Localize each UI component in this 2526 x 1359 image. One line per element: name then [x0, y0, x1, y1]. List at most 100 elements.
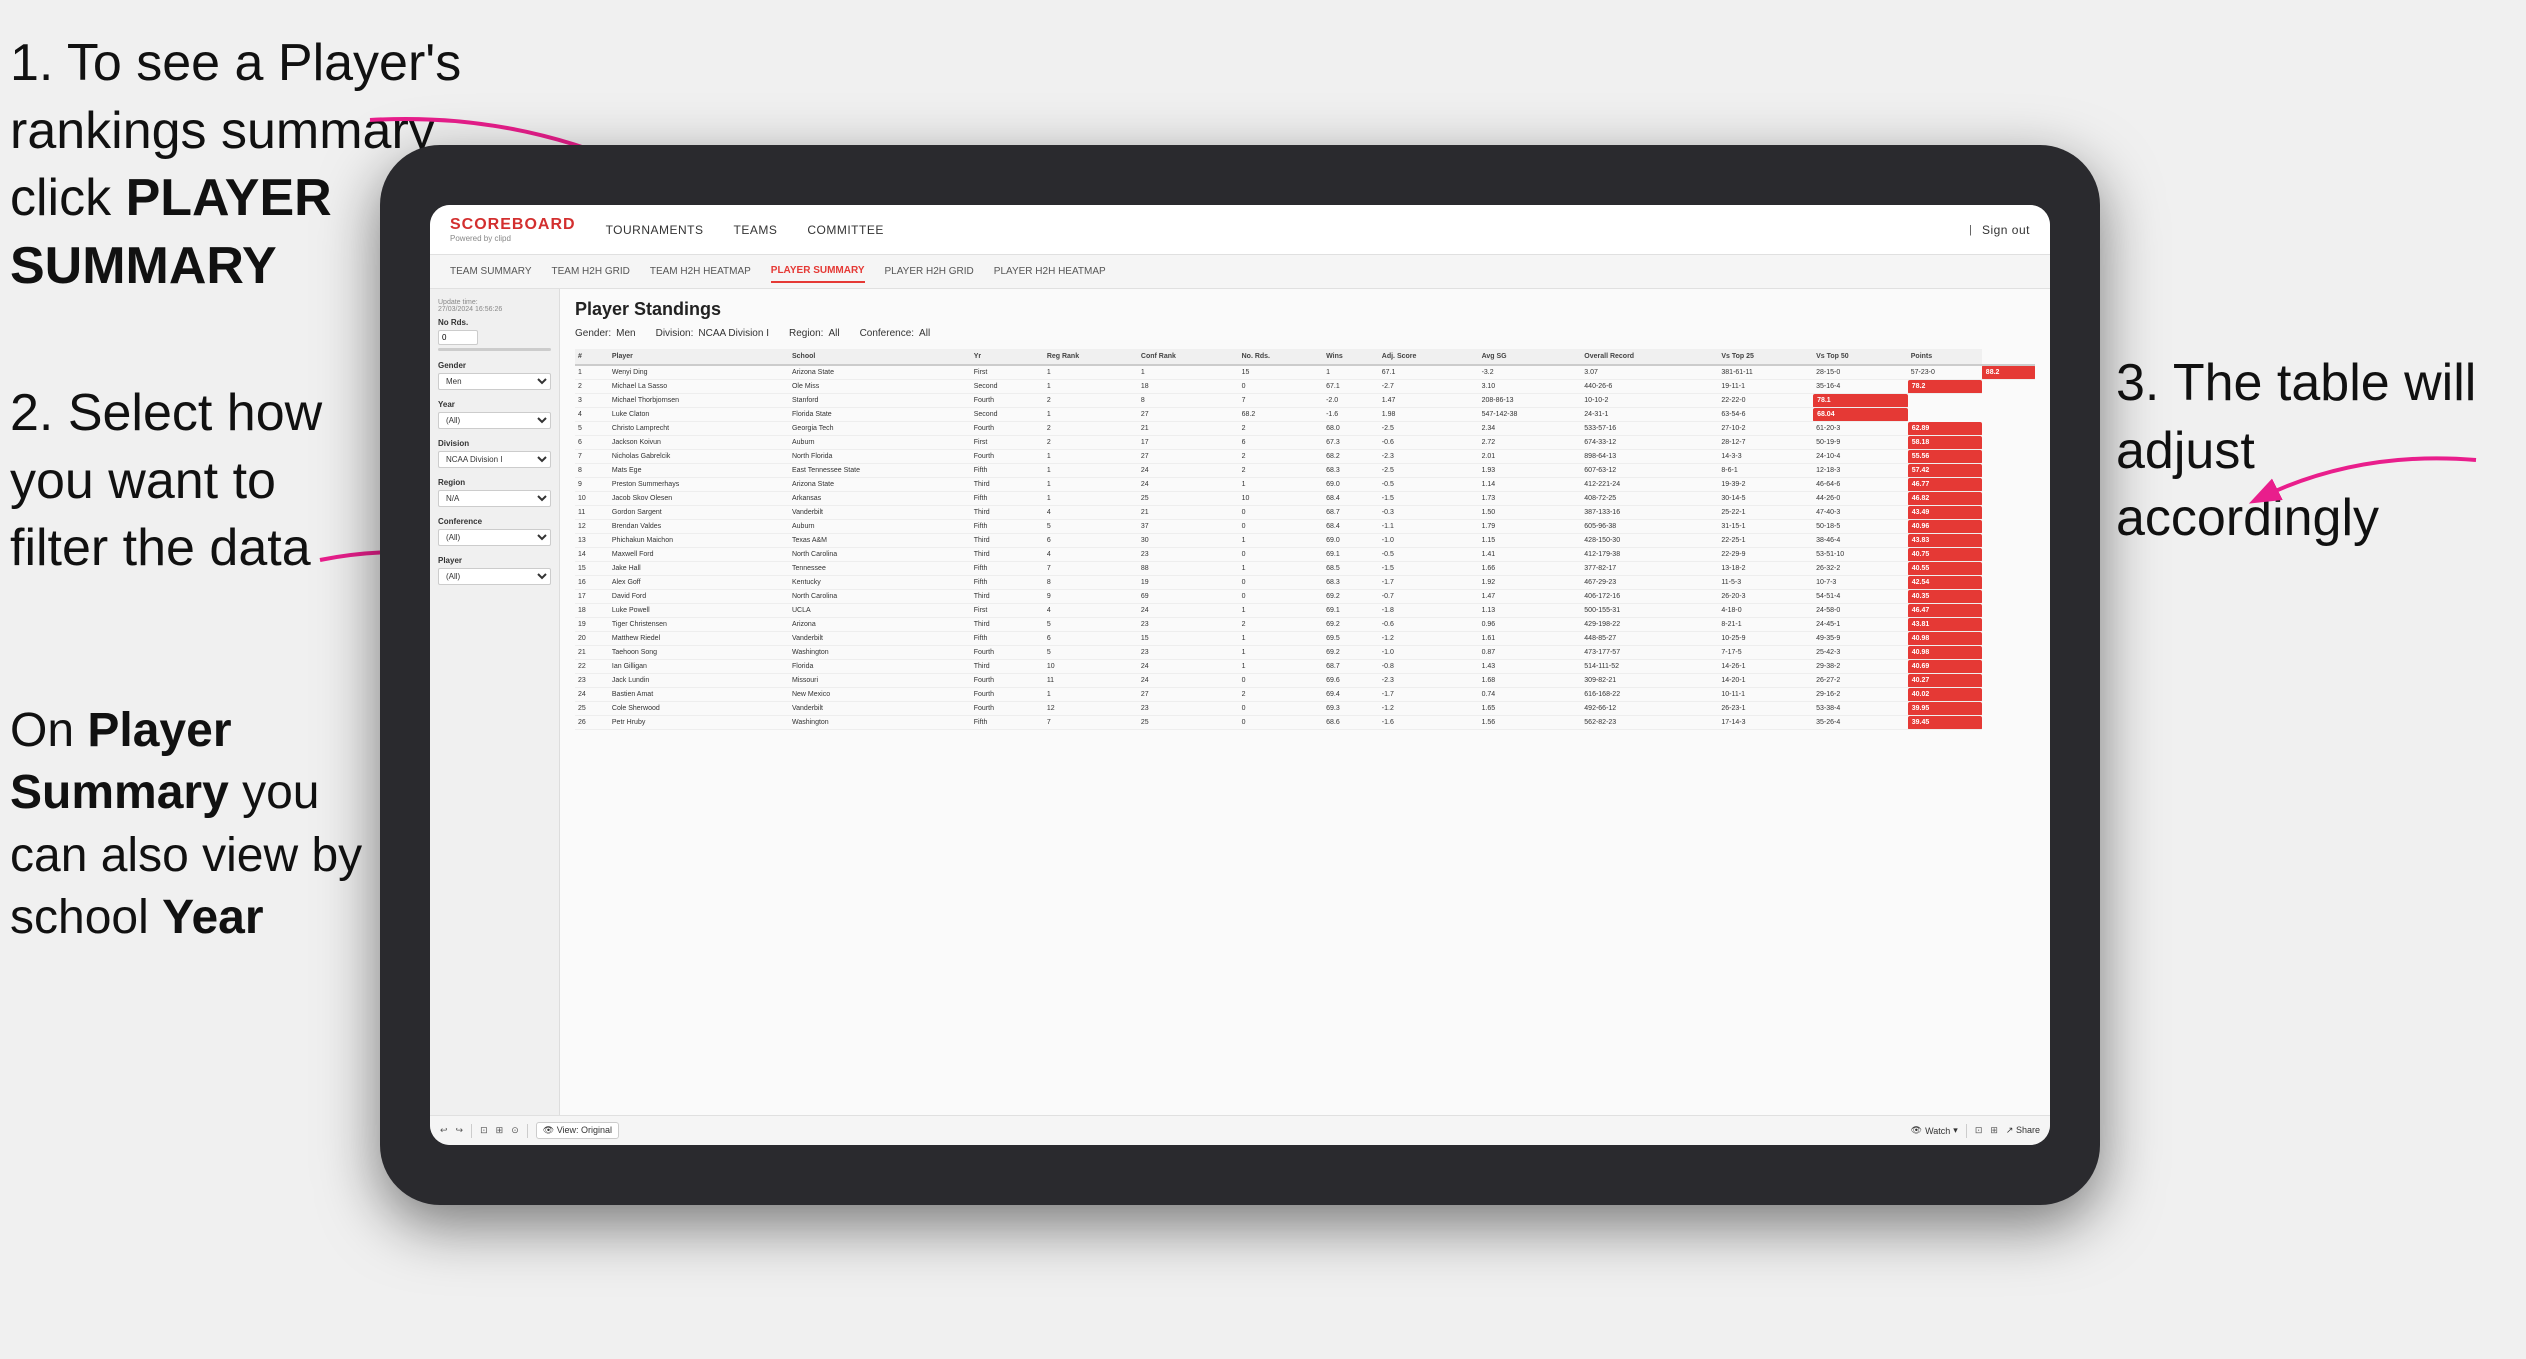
table-row[interactable]: 10Jacob Skov OlesenArkansasFifth1251068.… [575, 492, 2035, 506]
conference-label: Conference [438, 517, 551, 526]
table-row[interactable]: 18Luke PowellUCLAFirst424169.1-1.81.1350… [575, 604, 2035, 618]
toolbar-paste[interactable]: ⊞ [496, 1125, 504, 1136]
cell-3-1: Luke Claton [609, 408, 789, 422]
update-time-value: 27/03/2024 16:56:26 [438, 306, 502, 313]
cell-12-11: 22-25-1 [1718, 534, 1813, 548]
cell-1-3: Second [971, 380, 1044, 394]
table-row[interactable]: 11Gordon SargentVanderbiltThird421068.7-… [575, 506, 2035, 520]
cell-11-11: 31-15-1 [1718, 520, 1813, 534]
subnav-player-summary[interactable]: PLAYER SUMMARY [771, 260, 865, 283]
nav-teams[interactable]: TEAMS [734, 218, 778, 242]
gender-select[interactable]: Men Women [438, 373, 551, 390]
cell-17-13: 46.47 [1908, 604, 1982, 618]
cell-10-9: 1.50 [1479, 506, 1582, 520]
cell-17-1: Luke Powell [609, 604, 789, 618]
no-rds-input[interactable] [438, 330, 478, 345]
cell-8-10: 412-221-24 [1581, 478, 1718, 492]
player-select[interactable]: (All) [438, 568, 551, 585]
cell-10-11: 25-22-1 [1718, 506, 1813, 520]
subnav-player-h2h-grid[interactable]: PLAYER H2H GRID [885, 261, 974, 282]
cell-6-9: 2.01 [1479, 450, 1582, 464]
nav-signout[interactable]: Sign out [1982, 218, 2030, 242]
col-adj-score: Adj. Score [1379, 349, 1479, 365]
cell-4-7: 68.0 [1323, 422, 1379, 436]
table-row[interactable]: 15Jake HallTennesseeFifth788168.5-1.51.6… [575, 562, 2035, 576]
cell-22-3: Fourth [971, 674, 1044, 688]
share-btn[interactable]: ↗ Share [2006, 1125, 2040, 1136]
table-row[interactable]: 23Jack LundinMissouriFourth1124069.6-2.3… [575, 674, 2035, 688]
cell-15-0: 16 [575, 576, 609, 590]
cell-16-10: 406-172-16 [1581, 590, 1718, 604]
cell-5-12: 50-19-9 [1813, 436, 1908, 450]
region-select[interactable]: N/A All [438, 490, 551, 507]
table-row[interactable]: 5Christo LamprechtGeorgia TechFourth2212… [575, 422, 2035, 436]
cell-0-9: -3.2 [1479, 365, 1582, 380]
subnav-team-h2h-heatmap[interactable]: TEAM H2H HEATMAP [650, 261, 751, 282]
share-icon: ↗ [2006, 1125, 2014, 1135]
table-row[interactable]: 14Maxwell FordNorth CarolinaThird423069.… [575, 548, 2035, 562]
cell-10-0: 11 [575, 506, 609, 520]
cell-11-2: Auburn [789, 520, 971, 534]
cell-16-13: 40.35 [1908, 590, 1982, 604]
table-row[interactable]: 19Tiger ChristensenArizonaThird523269.2-… [575, 618, 2035, 632]
toolbar-download[interactable]: ⊡ [1975, 1125, 1983, 1136]
view-original-btn[interactable]: 👁 View: Original [536, 1122, 619, 1139]
cell-16-6: 0 [1239, 590, 1323, 604]
toolbar-grid[interactable]: ⊞ [1990, 1125, 1998, 1136]
table-row[interactable]: 7Nicholas GabrelcikNorth FloridaFourth12… [575, 450, 2035, 464]
filter-gender: Gender: Men [575, 328, 636, 339]
table-row[interactable]: 6Jackson KoivunAuburnFirst217667.3-0.62.… [575, 436, 2035, 450]
table-row[interactable]: 21Taehoon SongWashingtonFourth523169.2-1… [575, 646, 2035, 660]
subnav-team-summary[interactable]: TEAM SUMMARY [450, 261, 532, 282]
cell-9-3: Fifth [971, 492, 1044, 506]
table-row[interactable]: 12Brendan ValdesAuburnFifth537068.4-1.11… [575, 520, 2035, 534]
cell-6-6: 2 [1239, 450, 1323, 464]
cell-22-10: 309-82-21 [1581, 674, 1718, 688]
cell-4-13: 62.89 [1908, 422, 1982, 436]
cell-1-0: 2 [575, 380, 609, 394]
step2-title: 2. Select how you want to filter the dat… [10, 384, 322, 577]
watch-btn[interactable]: 👁 Watch ▾ [1911, 1125, 1958, 1136]
toolbar-clock[interactable]: ⊙ [511, 1125, 519, 1136]
table-row[interactable]: 1Wenyi DingArizona StateFirst1115167.1-3… [575, 365, 2035, 380]
cell-19-6: 1 [1239, 632, 1323, 646]
table-row[interactable]: 16Alex GoffKentuckyFifth819068.3-1.71.92… [575, 576, 2035, 590]
table-row[interactable]: 17David FordNorth CarolinaThird969069.2-… [575, 590, 2035, 604]
nav-tournaments[interactable]: TOURNAMENTS [606, 218, 704, 242]
cell-19-10: 448-85-27 [1581, 632, 1718, 646]
toolbar-copy[interactable]: ⊡ [480, 1125, 488, 1136]
table-row[interactable]: 3Michael ThorbjornsenStanfordFourth287-2… [575, 394, 2035, 408]
cell-20-8: -1.0 [1379, 646, 1479, 660]
cell-7-6: 2 [1239, 464, 1323, 478]
table-row[interactable]: 8Mats EgeEast Tennessee StateFifth124268… [575, 464, 2035, 478]
cell-19-0: 20 [575, 632, 609, 646]
cell-2-7: -2.0 [1323, 394, 1379, 408]
cell-3-8: 1.98 [1379, 408, 1479, 422]
cell-5-9: 2.72 [1479, 436, 1582, 450]
cell-4-1: Christo Lamprecht [609, 422, 789, 436]
table-row[interactable]: 26Petr HrubyWashingtonFifth725068.6-1.61… [575, 716, 2035, 730]
table-row[interactable]: 24Bastien AmatNew MexicoFourth127269.4-1… [575, 688, 2035, 702]
table-row[interactable]: 9Preston SummerhaysArizona StateThird124… [575, 478, 2035, 492]
view-icon: 👁 [543, 1125, 554, 1135]
cell-1-4: 1 [1044, 380, 1138, 394]
table-row[interactable]: 4Luke ClatonFlorida StateSecond12768.2-1… [575, 408, 2035, 422]
cell-7-13: 57.42 [1908, 464, 1982, 478]
table-row[interactable]: 13Phichakun MaichonTexas A&MThird630169.… [575, 534, 2035, 548]
cell-0-13: 57-23-0 [1908, 365, 1982, 380]
year-select[interactable]: (All) First Second Third Fourth Fifth [438, 412, 551, 429]
division-select[interactable]: NCAA Division I NCAA Division II NCAA Di… [438, 451, 551, 468]
watch-chevron: ▾ [1953, 1125, 1958, 1136]
table-row[interactable]: 2Michael La SassoOle MissSecond118067.1-… [575, 380, 2035, 394]
table-row[interactable]: 22Ian GilliganFloridaThird1024168.7-0.81… [575, 660, 2035, 674]
no-rds-slider[interactable] [438, 348, 551, 351]
table-row[interactable]: 20Matthew RiedelVanderbiltFifth615169.5-… [575, 632, 2035, 646]
nav-committee[interactable]: COMMITTEE [807, 218, 884, 242]
subnav-player-h2h-heatmap[interactable]: PLAYER H2H HEATMAP [994, 261, 1106, 282]
toolbar-redo[interactable]: ↪ [456, 1125, 464, 1136]
conference-select[interactable]: (All) [438, 529, 551, 546]
cell-18-0: 19 [575, 618, 609, 632]
subnav-team-h2h-grid[interactable]: TEAM H2H GRID [552, 261, 630, 282]
toolbar-undo[interactable]: ↩ [440, 1125, 448, 1136]
table-row[interactable]: 25Cole SherwoodVanderbiltFourth1223069.3… [575, 702, 2035, 716]
